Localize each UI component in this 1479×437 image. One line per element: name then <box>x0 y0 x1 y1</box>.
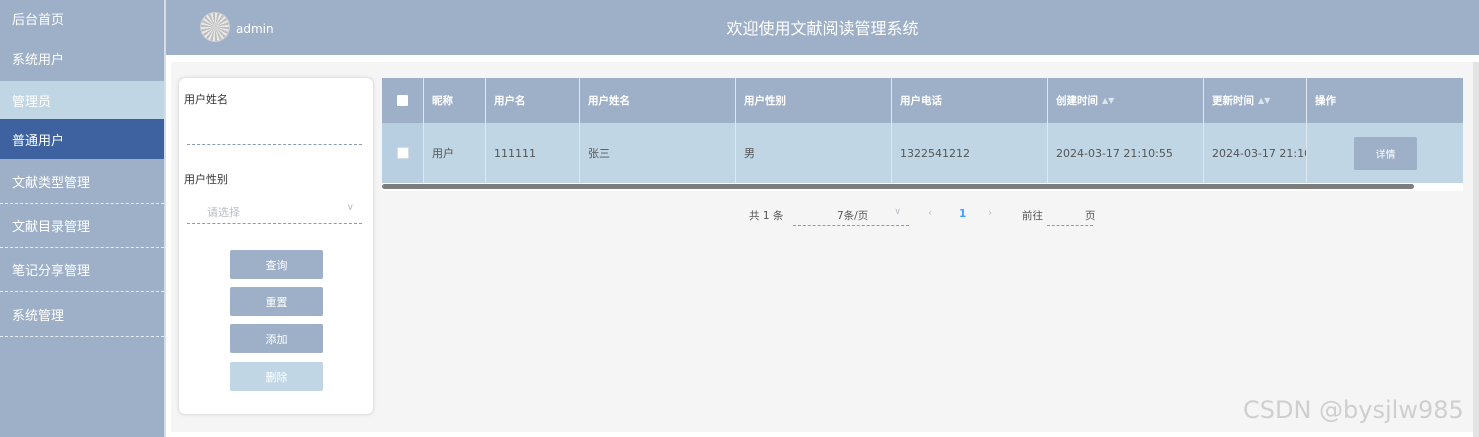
page-number-current[interactable]: 1 <box>959 208 966 230</box>
cell-username: 111111 <box>486 123 580 183</box>
sort-icon[interactable]: ▲▼ <box>1258 96 1270 105</box>
sidebar-item-label: 后台首页 <box>12 12 65 28</box>
reset-button[interactable]: 重置 <box>230 287 323 316</box>
gender-filter-placeholder: 请选择 <box>207 206 240 219</box>
sidebar: 后台首页 系统用户 管理员 普通用户 文献类型管理 文献目录管理 笔记分享管理 … <box>0 0 164 437</box>
header-created[interactable]: 创建时间 ▲▼ <box>1048 78 1204 123</box>
header-created-label: 创建时间 <box>1056 95 1098 107</box>
name-filter-label: 用户姓名 <box>184 93 228 106</box>
page-size-value: 7条/页 <box>837 210 869 222</box>
cell-created: 2024-03-17 21:10:55 <box>1048 123 1204 183</box>
header-gender: 用户性别 <box>736 78 892 123</box>
row-checkbox[interactable] <box>396 147 409 159</box>
header-updated-label: 更新时间 <box>1212 95 1254 107</box>
header-nickname: 昵称 <box>424 78 486 123</box>
sidebar-item-label: 管理员 <box>12 94 52 110</box>
watermark: CSDN @bysjlw985 <box>1243 396 1464 424</box>
sidebar-item-system-management[interactable]: 系统管理 <box>0 292 164 337</box>
sidebar-item-label: 文献类型管理 <box>12 175 91 191</box>
cell-realname: 张三 <box>580 123 736 183</box>
page-unit-label: 页 <box>1085 210 1096 222</box>
header-phone: 用户电话 <box>892 78 1048 123</box>
sidebar-item-label: 普通用户 <box>12 133 65 149</box>
sidebar-divider <box>164 0 166 437</box>
sidebar-item-label: 文献目录管理 <box>12 220 91 235</box>
cell-updated: 2024-03-17 21:10:5 <box>1204 123 1307 183</box>
table-horizontal-scrollbar[interactable] <box>382 184 1414 189</box>
header-select-all <box>382 78 424 123</box>
cell-nickname: 用户 <box>424 123 486 183</box>
detail-button[interactable]: 详情 <box>1354 137 1417 170</box>
cell-gender: 男 <box>736 123 892 183</box>
add-button[interactable]: 添加 <box>230 324 323 353</box>
page-size-select[interactable]: 7条/页 ∨ <box>793 204 909 226</box>
sidebar-item-admins[interactable]: 管理员 <box>0 81 164 119</box>
cell-phone: 1322541212 <box>892 123 1048 183</box>
scrollbar-track <box>1473 62 1479 437</box>
sidebar-item-home[interactable]: 后台首页 <box>0 0 164 36</box>
page-title: 欢迎使用文献阅读管理系统 <box>726 19 919 38</box>
header-username: 用户名 <box>486 78 580 123</box>
header-actions: 操作 <box>1315 95 1336 107</box>
select-all-checkbox[interactable] <box>397 95 408 106</box>
next-page-icon[interactable]: › <box>988 207 992 229</box>
sidebar-item-regular-users[interactable]: 普通用户 <box>0 119 164 159</box>
sidebar-item-system-users[interactable]: 系统用户 <box>0 36 164 81</box>
sidebar-item-note-sharing[interactable]: 笔记分享管理 <box>0 248 164 292</box>
filter-panel: 用户姓名 用户性别 请选择 ∨ 查询 重置 添加 删除 <box>178 77 374 415</box>
table-header: 昵称 用户名 用户姓名 用户性别 用户电话 创建时间 ▲▼ 更新时间 ▲▼ 操作 <box>382 78 1463 123</box>
query-button[interactable]: 查询 <box>230 250 323 279</box>
sidebar-item-doc-catalog[interactable]: 文献目录管理 <box>0 204 164 248</box>
chevron-down-icon: ∨ <box>894 207 901 217</box>
chevron-down-icon: ∨ <box>346 202 354 213</box>
delete-button[interactable]: 删除 <box>230 362 323 391</box>
sidebar-item-label: 笔记分享管理 <box>12 264 91 279</box>
pagination-total: 共 1 条 <box>749 210 784 222</box>
sidebar-item-label: 系统管理 <box>12 308 65 324</box>
sort-icon[interactable]: ▲▼ <box>1102 96 1114 105</box>
gender-filter-select[interactable]: 请选择 ∨ <box>187 198 362 224</box>
name-filter-input[interactable] <box>187 119 362 145</box>
gender-filter-label: 用户性别 <box>184 173 228 186</box>
row-select-cell <box>382 123 424 183</box>
header-realname: 用户姓名 <box>580 78 736 123</box>
sidebar-item-doc-types[interactable]: 文献类型管理 <box>0 159 164 204</box>
table-row[interactable]: 用户 111111 张三 男 1322541212 2024-03-17 21:… <box>382 123 1463 183</box>
header-updated[interactable]: 更新时间 ▲▼ <box>1204 78 1307 123</box>
users-table: 昵称 用户名 用户姓名 用户性别 用户电话 创建时间 ▲▼ 更新时间 ▲▼ 操作… <box>382 78 1463 191</box>
goto-label: 前往 <box>1022 210 1043 222</box>
prev-page-icon[interactable]: ‹ <box>928 207 932 229</box>
sidebar-item-label: 系统用户 <box>12 53 65 68</box>
header: admin 欢迎使用文献阅读管理系统 <box>166 0 1479 55</box>
